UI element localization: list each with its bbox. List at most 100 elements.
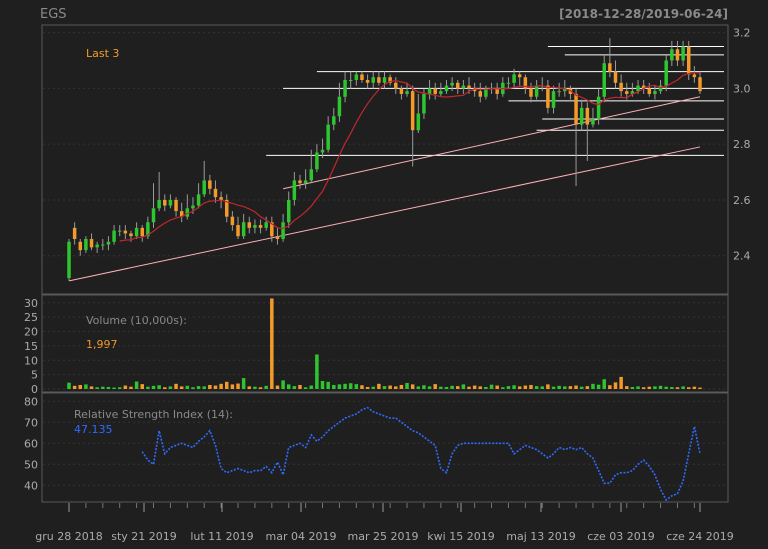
volume-bar [371,386,375,389]
volume-bar [433,384,437,389]
candle-body [433,88,437,94]
candle-body [439,91,443,94]
rsi-tick-label: 50 [24,458,38,471]
volume-bar [213,385,218,389]
candle-body [591,119,595,125]
volume-bar [157,385,161,389]
volume-bar [557,385,561,389]
candle-body [613,71,618,83]
volume-bar [591,383,595,389]
volume-bar [563,386,567,389]
rsi-tick-label: 60 [24,437,38,450]
candle-body [529,88,533,97]
volume-bar [686,387,691,389]
candle-body [681,46,685,61]
candle-body [236,225,240,237]
candle-body [546,85,550,108]
volume-bar [625,386,629,389]
candle-body [686,46,691,75]
volume-bar [332,384,336,389]
candle-body [157,199,161,209]
volume-bar [619,376,623,389]
candle-body [698,77,702,92]
price-tick-label: 2.4 [733,250,751,263]
candle-body [365,80,370,83]
volume-bar [191,387,195,389]
x-tick-label: cze 03 2019 [587,530,655,543]
volume-bar [185,385,190,389]
x-tick-label: mar 25 2019 [348,530,419,543]
candle-body [89,239,94,248]
candle-body [151,208,156,223]
candle-body [247,222,252,228]
volume-bar [472,385,477,389]
candle-body [619,82,623,92]
candle-body [202,180,206,195]
candle-body [647,88,652,94]
candle-body [675,49,680,61]
volume-bar [196,386,201,389]
candle-body [585,107,590,125]
symbol-title: EGS [40,7,67,22]
candle-body [332,116,336,125]
volume-bar [506,386,511,389]
candle-body [551,91,556,108]
candle-body [123,230,128,234]
volume-bar [439,386,443,389]
volume-bar [174,383,178,389]
volume-bar [574,385,578,389]
candle-body [343,80,347,97]
volume-bar [303,387,308,389]
volume-bar [106,386,111,389]
volume-bar [512,385,516,389]
candle-body [67,241,71,279]
candle-body [416,113,421,131]
x-tick-label: cze 24 2019 [666,530,734,543]
candle-body [275,236,280,239]
volume-bar [117,387,122,389]
volume-tick-label: 0 [31,383,38,396]
volume-bar [596,384,601,389]
volume-value: 1,997 [86,338,118,351]
volume-bar [427,386,432,389]
candle-body [72,227,77,239]
volume-bar [585,386,590,389]
volume-bar [534,386,539,389]
volume-tick-label: 15 [24,340,38,353]
volume-tick-label: 20 [24,326,38,339]
candle-body [427,88,432,94]
volume-bar [484,386,488,389]
volume-bar [134,381,139,389]
volume-bar [298,384,302,389]
candle-body [478,91,483,97]
candle-body [292,180,297,200]
candle-body [174,199,178,212]
x-tick-label: maj 13 2019 [506,530,576,543]
volume-bar [664,386,668,389]
last-label: Last 3 [86,47,119,60]
x-tick-label: gru 28 2018 [35,530,102,543]
candle-body [303,180,308,184]
volume-bar [675,387,680,389]
volume-bar [208,384,212,389]
volume-bar [377,383,381,389]
candle-body [506,82,511,84]
candle-body [84,239,88,251]
candle-body [298,180,302,184]
candle-body [444,85,449,92]
volume-bar [343,383,347,389]
candle-body [191,205,195,209]
volume-bar [309,385,314,389]
volume-bar [112,387,116,389]
candle-body [422,93,426,114]
volume-bar [647,386,652,389]
candle-body [112,230,116,242]
volume-bar [225,381,229,389]
candle-body [354,74,359,80]
volume-bar [692,386,697,389]
volume-bar [670,386,674,389]
volume-bar [264,385,268,389]
volume-bar [551,386,556,389]
candle-body [213,188,218,198]
volume-bar [416,386,421,389]
